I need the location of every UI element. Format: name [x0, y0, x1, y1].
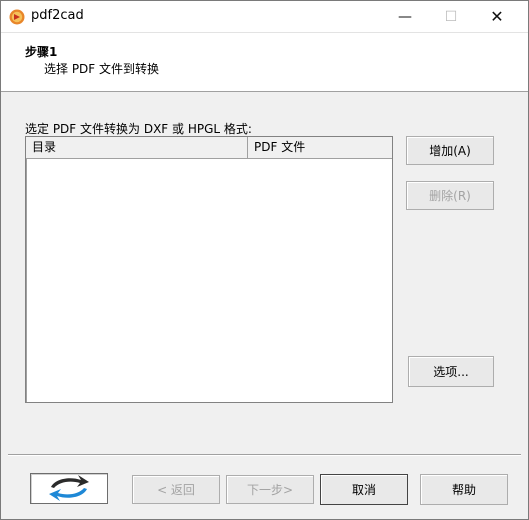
help-button[interactable]: 帮助: [420, 474, 508, 505]
column-header-directory[interactable]: 目录: [26, 137, 248, 158]
wizard-header: 步骤1 选择 PDF 文件到转换: [1, 33, 528, 92]
remove-button[interactable]: 删除(R): [406, 181, 494, 210]
pdf2cad-window: pdf2cad — ☐ ✕ 步骤1 选择 PDF 文件到转换 选定 PDF 文件…: [0, 0, 529, 520]
window-title: pdf2cad: [31, 8, 84, 23]
maximize-button[interactable]: ☐: [428, 1, 474, 32]
next-button[interactable]: 下一步>: [226, 475, 314, 504]
close-button[interactable]: ✕: [474, 1, 520, 32]
file-list-label: 选定 PDF 文件转换为 DXF 或 HPGL 格式:: [25, 122, 252, 136]
app-icon: [9, 9, 25, 25]
back-button[interactable]: < 返回: [132, 475, 220, 504]
footer-divider: [8, 454, 521, 456]
cancel-button[interactable]: 取消: [320, 474, 408, 505]
minimize-button[interactable]: —: [382, 1, 428, 32]
add-button[interactable]: 增加(A): [406, 136, 494, 165]
step-subtitle: 选择 PDF 文件到转换: [44, 62, 160, 76]
title-bar[interactable]: pdf2cad — ☐ ✕: [1, 1, 528, 33]
column-header-pdf-file[interactable]: PDF 文件: [248, 137, 392, 158]
step-title: 步骤1: [25, 45, 58, 59]
pdf2cad-logo: [30, 473, 108, 504]
arrows-logo-icon: [49, 475, 89, 501]
options-button[interactable]: 选项...: [408, 356, 494, 387]
file-list-header: 目录 PDF 文件: [26, 137, 392, 159]
file-list[interactable]: 目录 PDF 文件: [25, 136, 393, 403]
